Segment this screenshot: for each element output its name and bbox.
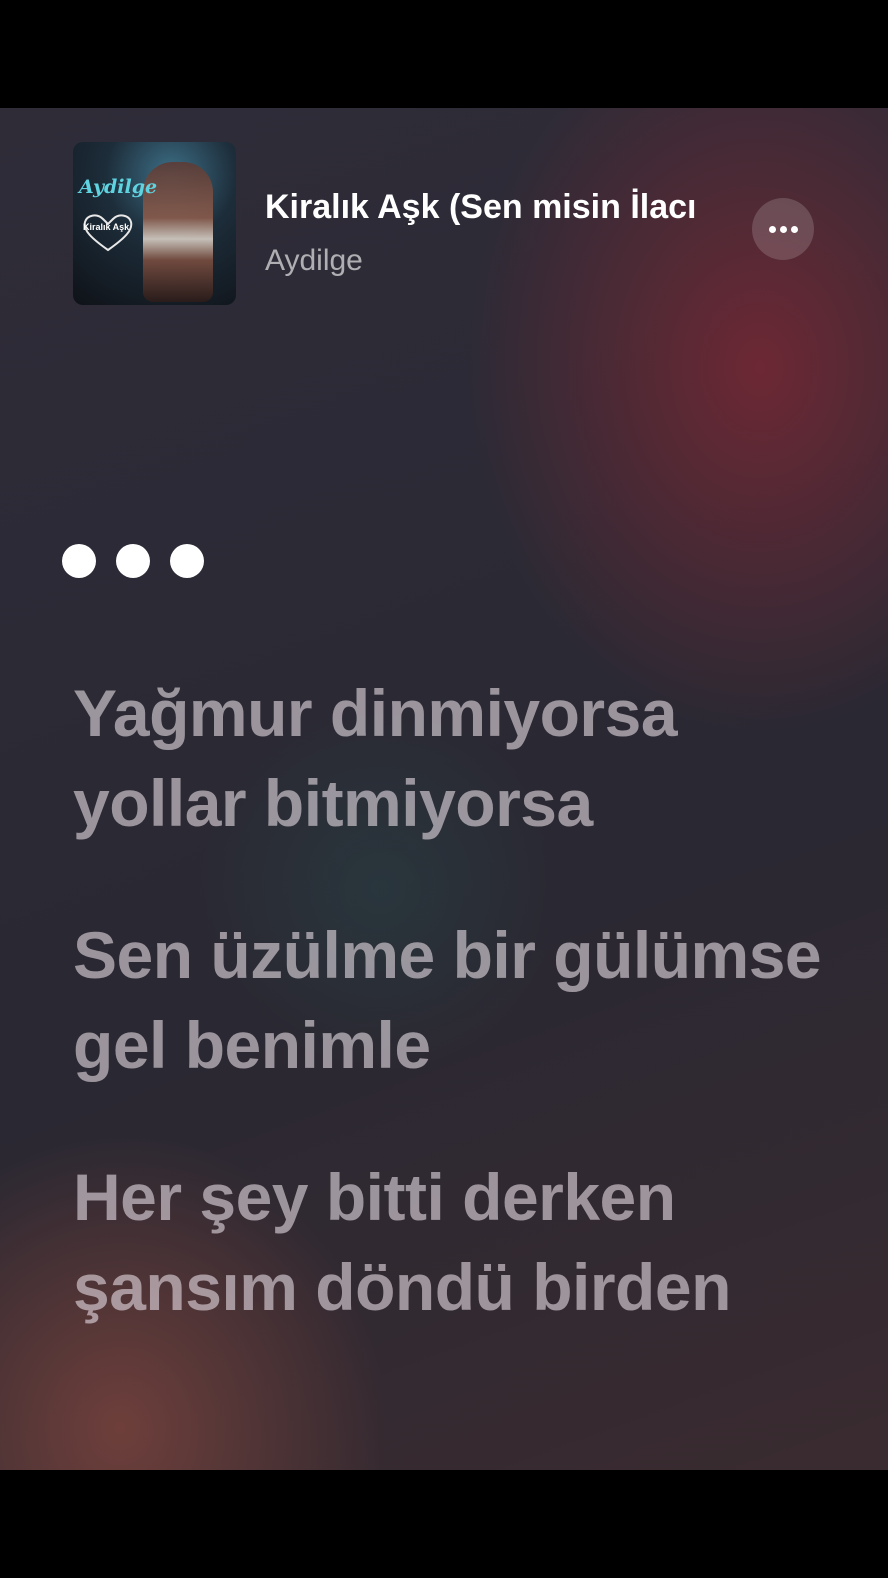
top-letterbox xyxy=(0,0,888,108)
three-dots-icon xyxy=(116,544,150,578)
song-title[interactable]: Kiralık Aşk (Sen misin İlacı xyxy=(265,188,740,227)
ellipsis-icon xyxy=(779,225,787,233)
heart-icon xyxy=(83,214,133,252)
ellipsis-icon xyxy=(790,225,798,233)
lyrics-list: Yağmur dinmiyorsa yollar bitmiyorsa Sen … xyxy=(73,668,853,1394)
bottom-letterbox xyxy=(0,1470,888,1578)
lyric-line[interactable]: Her şey bitti derken şansım döndü birden xyxy=(73,1152,853,1332)
three-dots-icon xyxy=(170,544,204,578)
album-artwork[interactable]: Aydilge Kiralık Aşk xyxy=(73,142,236,305)
lyrics-screen: Aydilge Kiralık Aşk Kiralık Aşk (Sen mis… xyxy=(0,108,888,1470)
lyric-line[interactable]: Sen üzülme bir gülümse gel benimle xyxy=(73,910,853,1090)
lyric-line[interactable]: Yağmur dinmiyorsa yollar bitmiyorsa xyxy=(73,668,853,848)
album-artwork-artist-text: Aydilge xyxy=(79,176,158,198)
three-dots-icon xyxy=(62,544,96,578)
album-artwork-title-text: Kiralık Aşk xyxy=(83,222,130,232)
artist-name[interactable]: Aydilge xyxy=(265,244,363,278)
instrumental-indicator xyxy=(62,544,224,578)
more-options-button[interactable] xyxy=(752,198,814,260)
ellipsis-icon xyxy=(768,225,776,233)
